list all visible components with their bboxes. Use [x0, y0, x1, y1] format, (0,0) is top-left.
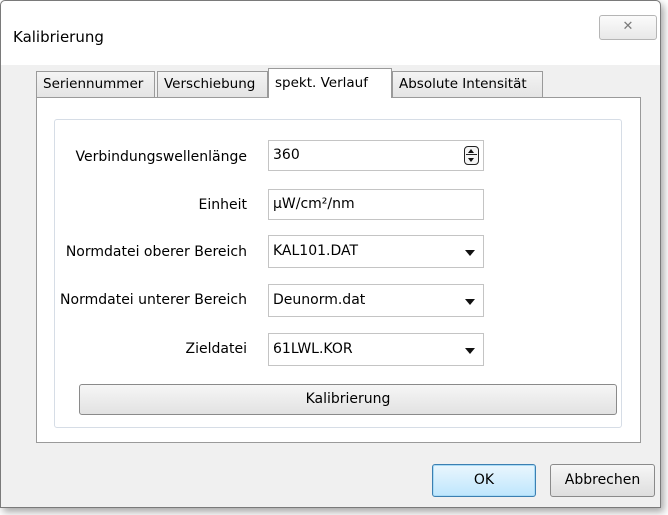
dropdown-arrow-icon[interactable] — [465, 250, 475, 256]
lower-file-value: Deunorm.dat — [273, 292, 366, 308]
calibrate-button[interactable]: Kalibrierung — [79, 384, 617, 415]
tab-spekt-verlauf[interactable]: spekt. Verlauf — [268, 68, 392, 98]
dropdown-arrow-icon[interactable] — [465, 348, 475, 354]
target-file-value: 61LWL.KOR — [273, 341, 353, 357]
wavelength-value: 360 — [273, 147, 300, 163]
tab-absolute-intensitaet[interactable]: Absolute Intensität — [392, 71, 543, 97]
unit-label: Einheit — [198, 197, 247, 213]
close-button[interactable]: ✕ — [599, 15, 657, 40]
target-file-dropdown[interactable]: 61LWL.KOR — [268, 333, 484, 366]
window-title: Kalibrierung — [13, 28, 104, 46]
wavelength-spinbox[interactable]: 360 — [268, 140, 484, 171]
cancel-button[interactable]: Abbrechen — [550, 464, 655, 497]
dialog-window: Kalibrierung ✕ Seriennummer Verschiebung… — [0, 0, 661, 508]
title-bar[interactable]: Kalibrierung ✕ — [1, 1, 660, 65]
upper-file-dropdown[interactable]: KAL101.DAT — [268, 235, 484, 268]
ok-button[interactable]: OK — [432, 464, 536, 497]
tab-seriennummer[interactable]: Seriennummer — [36, 71, 155, 97]
unit-value: µW/cm²/nm — [273, 196, 355, 212]
upper-file-value: KAL101.DAT — [273, 243, 359, 259]
dropdown-arrow-icon[interactable] — [465, 299, 475, 305]
tab-panel: Verbindungswellenlänge 360 Einheit µW/cm… — [36, 97, 641, 443]
spinner-icon[interactable] — [464, 146, 479, 165]
upper-file-label: Normdatei oberer Bereich — [65, 244, 247, 260]
target-file-label: Zieldatei — [185, 341, 247, 357]
lower-file-label: Normdatei unterer Bereich — [60, 292, 247, 308]
lower-file-dropdown[interactable]: Deunorm.dat — [268, 284, 484, 317]
unit-field[interactable]: µW/cm²/nm — [268, 189, 484, 220]
close-icon: ✕ — [622, 19, 634, 34]
wavelength-label: Verbindungswellenlänge — [75, 149, 248, 165]
tab-verschiebung[interactable]: Verschiebung — [157, 71, 268, 97]
